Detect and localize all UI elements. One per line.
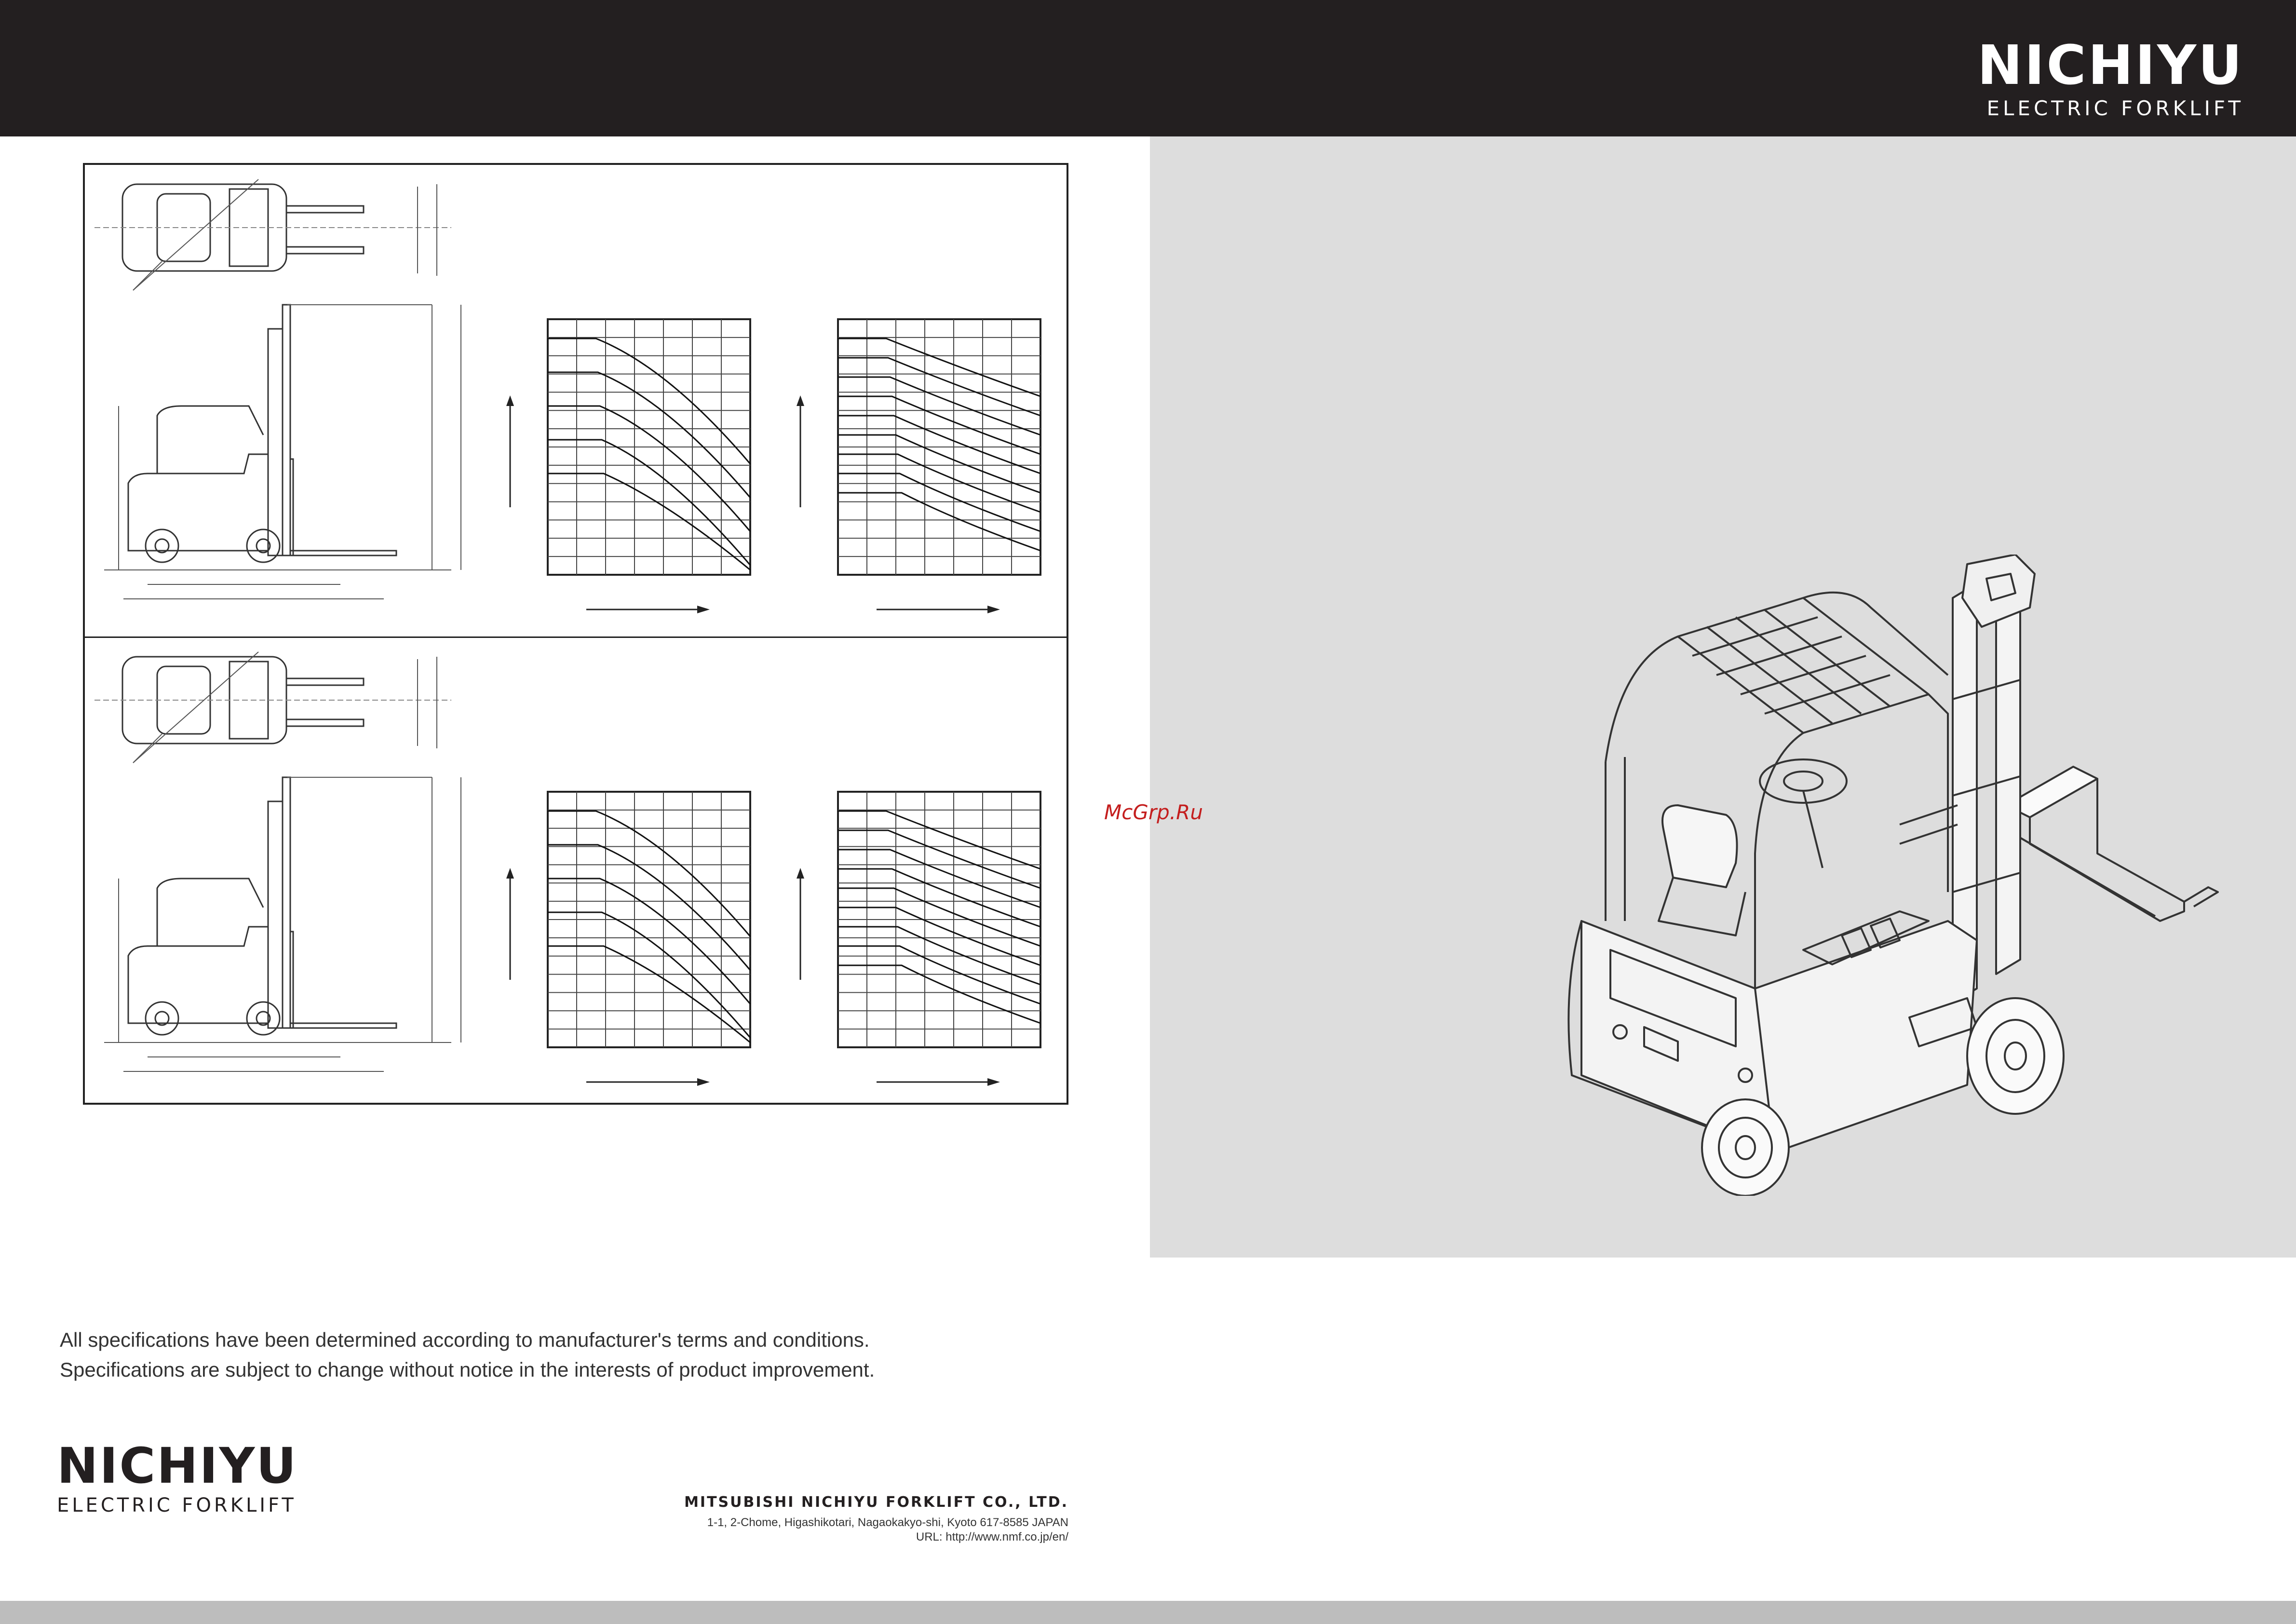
company-url[interactable]: URL: http://www.nmf.co.jp/en/ (579, 1530, 1068, 1544)
specification-notes: All specifications have been determined … (60, 1325, 875, 1385)
technical-drawing-box (83, 163, 1068, 1105)
note-line-1: All specifications have been determined … (60, 1328, 870, 1351)
technical-drawings (95, 179, 1041, 1086)
brand-logo-top: NICHIYU ELECTRIC FORKLIFT (1977, 39, 2244, 119)
header-bar: NICHIYU ELECTRIC FORKLIFT (0, 0, 2296, 136)
watermark: McGrp.Ru (1104, 800, 1203, 824)
brand-subtitle: ELECTRIC FORKLIFT (1986, 96, 2244, 120)
forklift-illustration (1567, 555, 2219, 1196)
note-line-2: Specifications are subject to change wit… (60, 1358, 875, 1381)
footer-brand-name: NICHIYU (57, 1437, 298, 1495)
brand-logo-bottom: NICHIYU ELECTRIC FORKLIFT (57, 1437, 298, 1516)
footer-brand-subtitle: ELECTRIC FORKLIFT (57, 1494, 297, 1516)
footer-bar (0, 1601, 2296, 1624)
company-address: 1-1, 2-Chome, Higashikotari, Nagaokakyo-… (707, 1516, 1068, 1529)
company-info: MITSUBISHI NICHIYU FORKLIFT CO., LTD. 1-… (579, 1494, 1068, 1544)
brand-name: NICHIYU (1977, 34, 2244, 97)
company-name: MITSUBISHI NICHIYU FORKLIFT CO., LTD. (684, 1494, 1068, 1511)
